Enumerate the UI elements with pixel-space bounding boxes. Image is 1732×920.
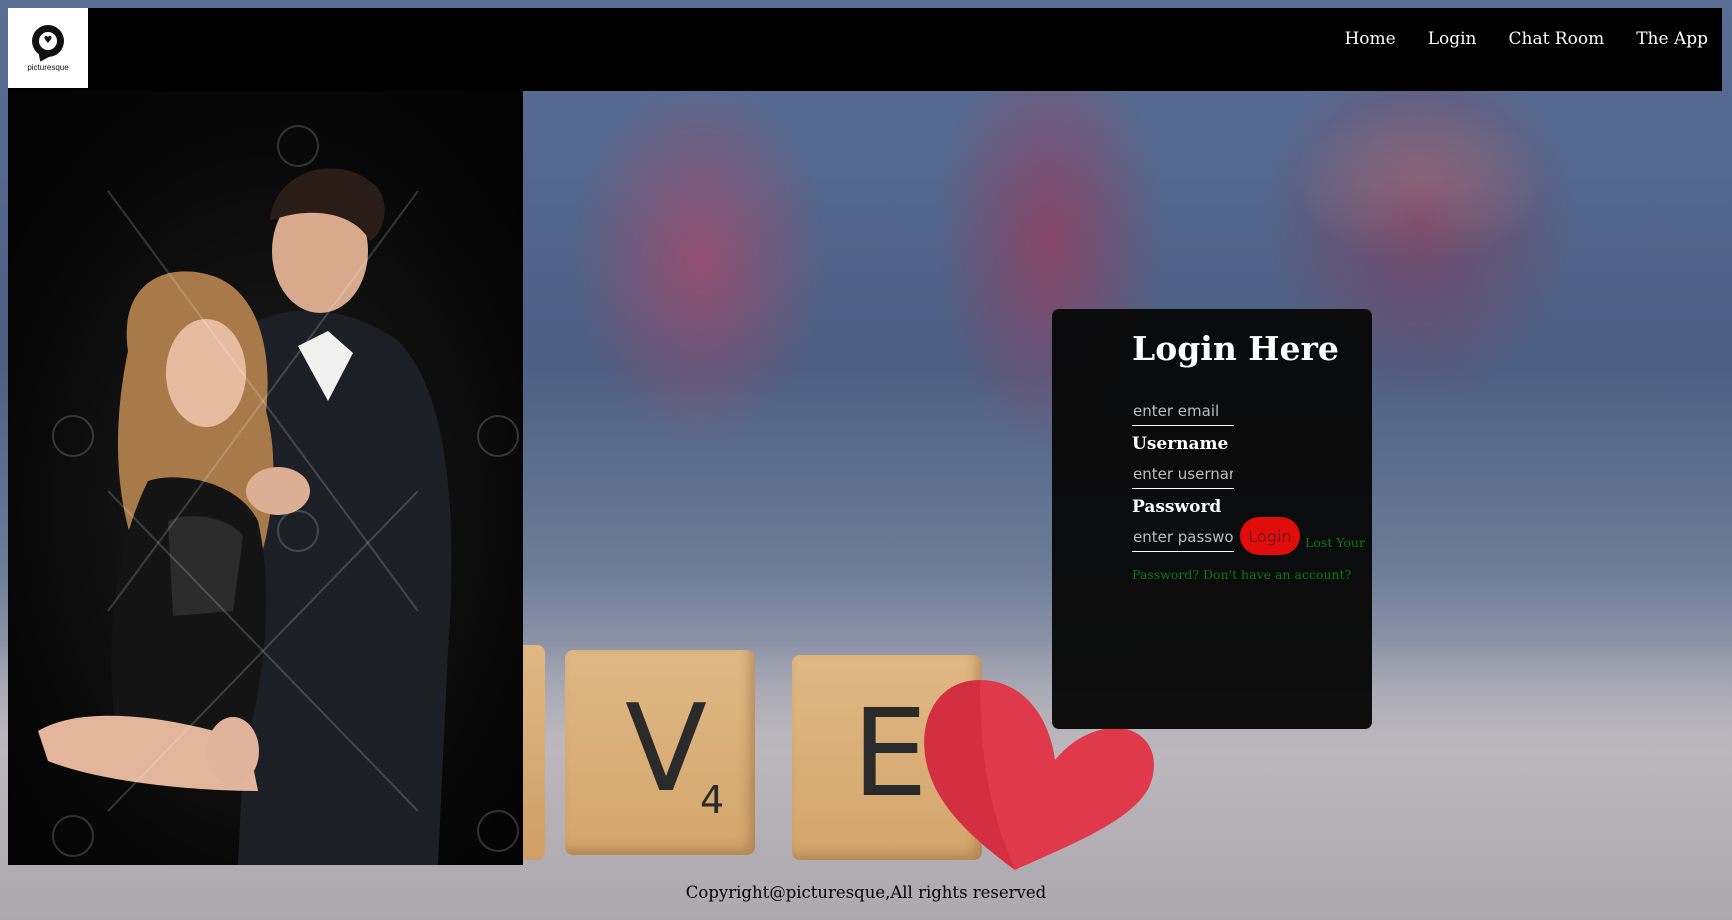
password-label: Password xyxy=(1132,497,1222,517)
signup-link[interactable]: Don't have an account? xyxy=(1203,567,1351,582)
email-field[interactable] xyxy=(1132,396,1234,426)
tile-score: 4 xyxy=(700,778,725,822)
logo-text: picturesque xyxy=(27,62,69,72)
tile-letter: V xyxy=(625,680,708,819)
nav-chat-room[interactable]: Chat Room xyxy=(1508,29,1604,49)
couple-photo xyxy=(8,91,523,865)
nav-home[interactable]: Home xyxy=(1344,29,1395,49)
site-logo[interactable]: ♥ picturesque xyxy=(8,8,88,88)
main-nav: Home Login Chat Room The App xyxy=(1344,29,1708,49)
tile-letter: E xyxy=(852,685,928,824)
top-navbar: ♥ picturesque Home Login Chat Room The A… xyxy=(8,8,1722,91)
login-card: Login Here Username Password Login Lost … xyxy=(1052,309,1372,729)
letter-tile-v: V 4 xyxy=(565,650,755,855)
footer-copyright: Copyright@picturesque,All rights reserve… xyxy=(685,883,1047,902)
partial-tile xyxy=(523,645,545,860)
account-links: Lost Your Password? Don't have an accoun… xyxy=(1132,527,1368,591)
nav-the-app[interactable]: The App xyxy=(1636,29,1708,49)
chat-heart-icon: ♥ xyxy=(32,24,64,57)
nav-login[interactable]: Login xyxy=(1428,29,1477,49)
login-title: Login Here xyxy=(1132,329,1339,368)
username-label: Username xyxy=(1132,434,1229,454)
couple-illustration xyxy=(38,125,519,865)
username-field[interactable] xyxy=(1132,459,1234,489)
